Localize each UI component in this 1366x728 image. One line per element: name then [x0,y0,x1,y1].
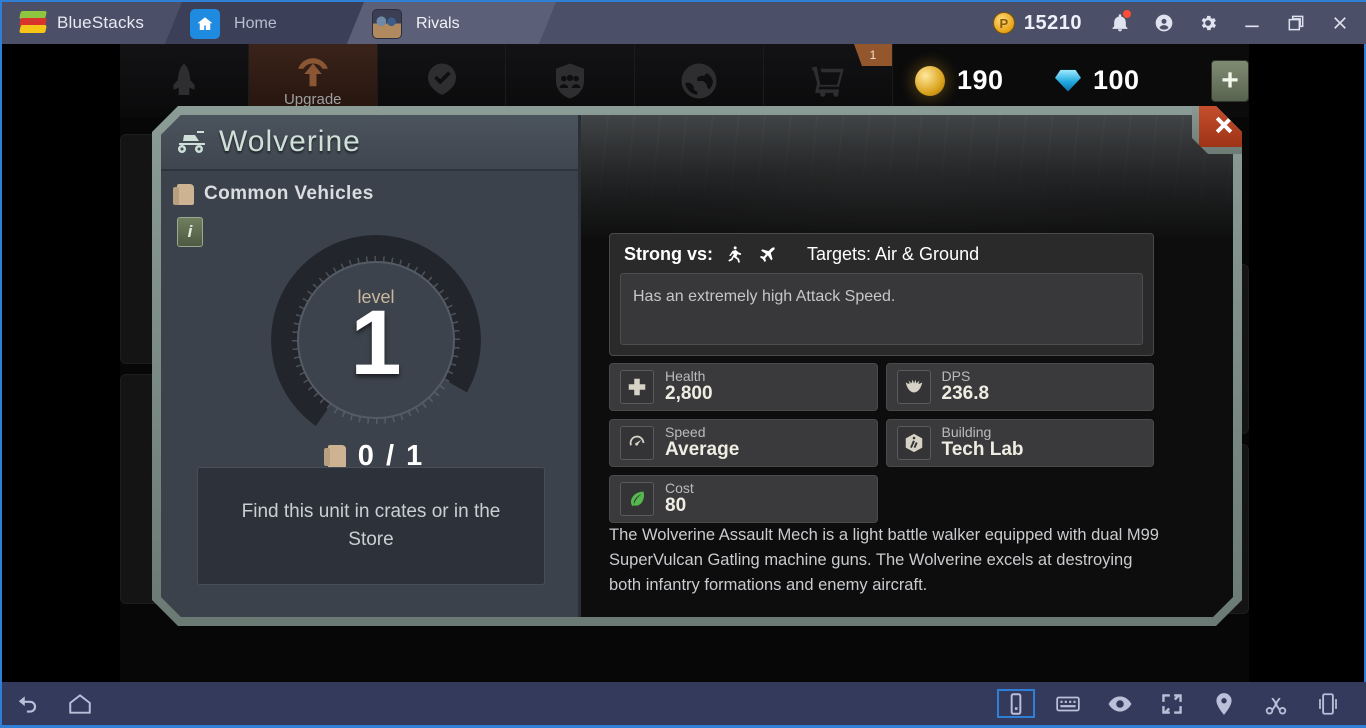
gems-value: 100 [1092,65,1140,95]
gems-resource[interactable]: 100 [1054,65,1195,96]
stat-dps: DPS 236.8 [886,363,1155,411]
titlebar: BlueStacks Home Rivals P 15210 [2,0,1366,44]
unit-description: The Wolverine Assault Mech is a light ba… [609,526,1159,594]
level-gauge: level 1 [271,235,481,445]
notification-dot [1123,10,1131,18]
stat-health-label: Health [665,367,706,384]
location-button[interactable] [1198,682,1250,725]
gold-resource[interactable]: 190 [914,65,1055,96]
aircraft-icon [757,245,777,265]
unit-title-bar: Wolverine [161,115,578,171]
restore-button[interactable] [1274,1,1318,45]
tab-rivals-label: Rivals [416,15,460,32]
stat-dps-label: DPS [941,367,971,384]
eye-button[interactable] [1094,682,1146,725]
settings-button[interactable] [1186,1,1230,45]
rotate-screen-button[interactable] [990,682,1042,725]
stat-cost-label: Cost [665,479,694,496]
shake-button[interactable] [1302,682,1354,725]
strong-vs-header: Strong vs: Targets: Air & Ground [620,242,1143,273]
stat-speed-label: Speed [665,423,706,440]
damage-claw-icon [897,370,931,404]
stat-health: Health 2,800 [609,363,878,411]
stat-speed-value: Average [665,439,740,461]
add-currency-button[interactable]: + [1210,59,1249,102]
rivals-app-icon [372,9,402,39]
account-button[interactable] [1142,1,1186,45]
strong-vs-label: Strong vs: [624,244,714,264]
home-button[interactable] [54,682,106,725]
stat-cost: Cost 80 [609,475,878,523]
points-coin-icon: P [992,12,1015,34]
points-counter[interactable]: P 15210 [977,12,1098,35]
info-button[interactable]: i [177,217,203,247]
infantry-icon [725,245,745,265]
gold-value: 190 [956,65,1004,95]
back-button[interactable] [2,682,54,725]
game-viewport: Upgrade 1 190 100 + Wolverine Common Veh… [120,44,1249,685]
card-icon [328,445,346,468]
unit-left-panel: Wolverine Common Vehicles i level 1 0 / … [161,115,581,617]
notifications-button[interactable] [1098,1,1142,45]
stats-grid: Health 2,800 DPS 236.8 Speed Average Bui… [609,363,1154,523]
gold-coin-icon [914,65,945,96]
dialog-body: Wolverine Common Vehicles i level 1 0 / … [161,115,1233,617]
stat-health-value: 2,800 [665,383,713,405]
points-value: 15210 [1023,11,1082,34]
bottom-toolbar-right [990,682,1366,725]
keyboard-button[interactable] [1042,682,1094,725]
titlebar-controls: P 15210 [977,2,1366,44]
stat-dps-value: 236.8 [941,383,990,405]
health-cross-icon [620,370,654,404]
close-button[interactable] [1318,1,1362,45]
screenshot-button[interactable] [1250,682,1302,725]
leaf-cost-icon [620,482,654,516]
unit-right-panel: Strong vs: Targets: Air & Ground Has an … [581,115,1233,617]
store-badge: 1 [853,44,892,66]
stat-building-label: Building [941,423,992,440]
level-value: 1 [350,292,402,394]
bluestacks-window: BlueStacks Home Rivals P 15210 Upgrade 1… [0,0,1366,728]
unit-rarity-label: Common Vehicles [204,183,374,204]
fullscreen-button[interactable] [1146,682,1198,725]
home-icon [190,9,220,39]
diamond-icon [1054,69,1081,92]
strong-vs-box: Strong vs: Targets: Air & Ground Has an … [609,233,1154,356]
brand-label: BlueStacks [57,13,145,32]
tab-home-label: Home [234,15,277,32]
ability-description: Has an extremely high Attack Speed. [620,273,1143,345]
find-unit-hint: Find this unit in crates or in the Store [197,467,545,585]
unit-detail-dialog: Wolverine Common Vehicles i level 1 0 / … [152,106,1242,626]
tab-home[interactable]: Home [164,2,364,46]
tab-rivals[interactable]: Rivals [346,2,556,46]
stat-cost-value: 80 [665,495,687,517]
unit-rarity: Common Vehicles [161,171,578,205]
bluestacks-logo-icon [19,10,47,36]
stat-building: Building Tech Lab [886,419,1155,467]
brand: BlueStacks [2,2,164,44]
page-title: Wolverine [219,125,361,158]
nav-tab-upgrade-label: Upgrade [283,91,342,108]
unit-artwork [581,115,1233,237]
vehicle-icon [177,129,209,155]
tech-lab-icon [897,426,931,460]
minimize-button[interactable] [1230,1,1274,45]
stat-speed: Speed Average [609,419,878,467]
targets-label: Targets: Air & Ground [807,244,980,264]
card-icon [177,184,194,205]
bottom-toolbar [2,682,1366,725]
speedometer-icon [620,426,654,460]
stat-building-value: Tech Lab [941,439,1024,461]
